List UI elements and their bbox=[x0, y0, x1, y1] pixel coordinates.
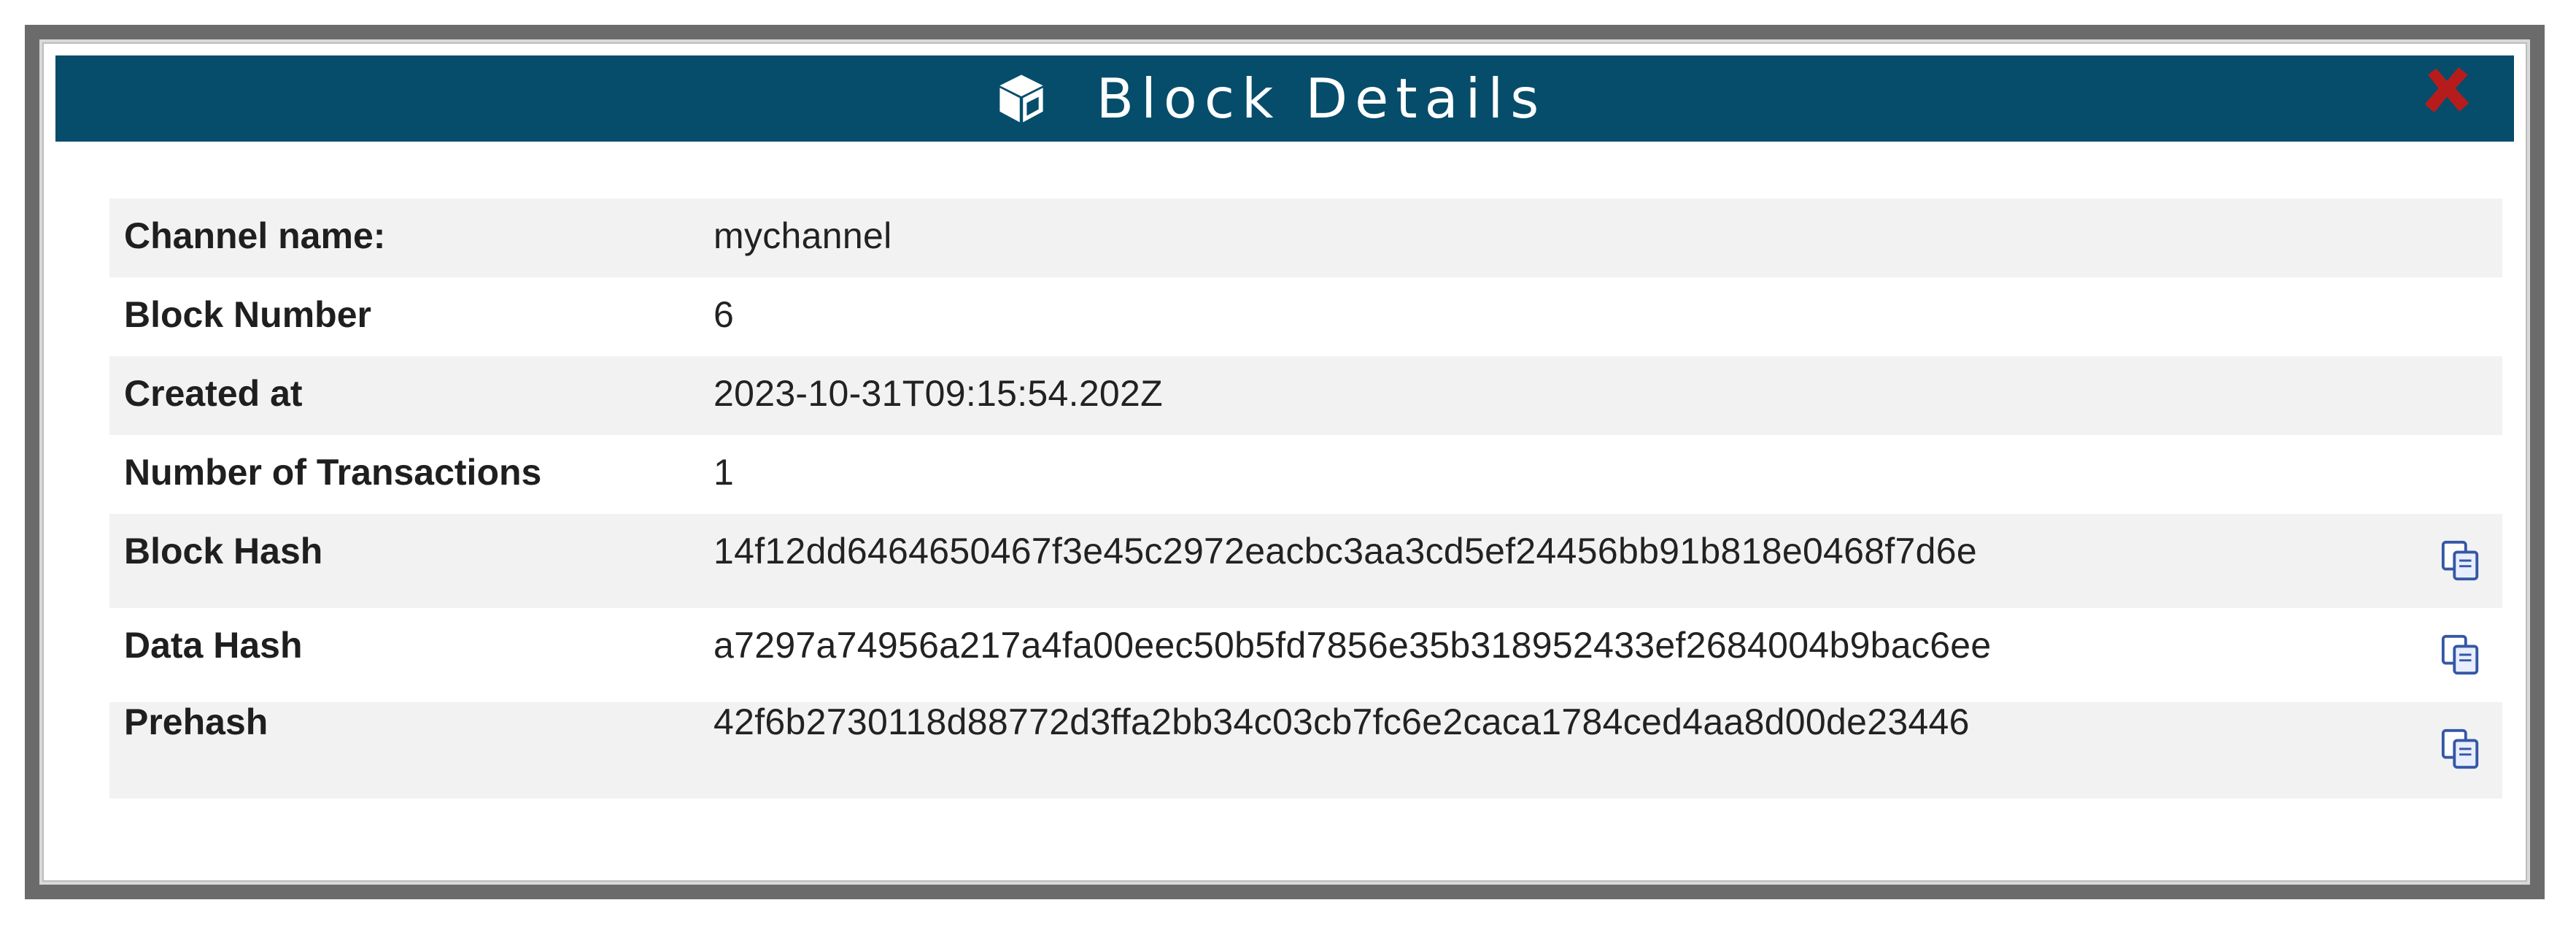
copy-icon bbox=[2441, 540, 2479, 581]
detail-value: 1 bbox=[713, 452, 735, 493]
dialog-header: Block Details bbox=[55, 55, 2514, 142]
detail-label: Prehash bbox=[124, 701, 268, 742]
detail-row-block-hash: Block Hash 14f12dd6464650467f3e45c2972ea… bbox=[109, 514, 2502, 608]
detail-label: Number of Transactions bbox=[124, 452, 542, 493]
close-button[interactable] bbox=[2421, 64, 2473, 117]
close-icon bbox=[2424, 67, 2469, 113]
detail-label: Created at bbox=[124, 373, 303, 414]
detail-label: Channel name: bbox=[124, 215, 386, 256]
detail-label: Data Hash bbox=[124, 625, 303, 666]
detail-value: a7297a74956a217a4fa00eec50b5fd7856e35b31… bbox=[713, 625, 1992, 666]
copy-block-hash-button[interactable] bbox=[2440, 539, 2482, 582]
detail-value: mychannel bbox=[713, 215, 892, 256]
detail-row-block-number: Block Number 6 bbox=[109, 277, 2502, 356]
block-details-dialog: Block Details Channel name: mychannel Bl… bbox=[25, 25, 2545, 899]
copy-icon bbox=[2441, 634, 2479, 675]
detail-value: 42f6b2730118d88772d3ffa2bb34c03cb7fc6e2c… bbox=[713, 701, 1970, 742]
detail-row-created-at: Created at 2023-10-31T09:15:54.202Z bbox=[109, 356, 2502, 435]
detail-label: Block Number bbox=[124, 294, 371, 335]
copy-icon bbox=[2441, 728, 2479, 769]
detail-label: Block Hash bbox=[124, 531, 323, 572]
header-title-group: Block Details bbox=[994, 66, 1547, 131]
cube-icon bbox=[999, 74, 1043, 123]
detail-value: 2023-10-31T09:15:54.202Z bbox=[713, 373, 1163, 414]
detail-row-data-hash: Data Hash a7297a74956a217a4fa00eec50b5fd… bbox=[109, 608, 2502, 702]
detail-row-prehash: Prehash 42f6b2730118d88772d3ffa2bb34c03c… bbox=[109, 702, 2502, 799]
details-table: Channel name: mychannel Block Number 6 C… bbox=[109, 199, 2502, 799]
copy-data-hash-button[interactable] bbox=[2440, 633, 2482, 677]
detail-row-channel-name: Channel name: mychannel bbox=[109, 199, 2502, 277]
detail-row-number-of-transactions: Number of Transactions 1 bbox=[109, 435, 2502, 514]
detail-value: 6 bbox=[713, 294, 735, 335]
copy-prehash-button[interactable] bbox=[2440, 727, 2482, 771]
detail-value: 14f12dd6464650467f3e45c2972eacbc3aa3cd5e… bbox=[713, 531, 1977, 572]
dialog-title: Block Details bbox=[1096, 66, 1547, 131]
